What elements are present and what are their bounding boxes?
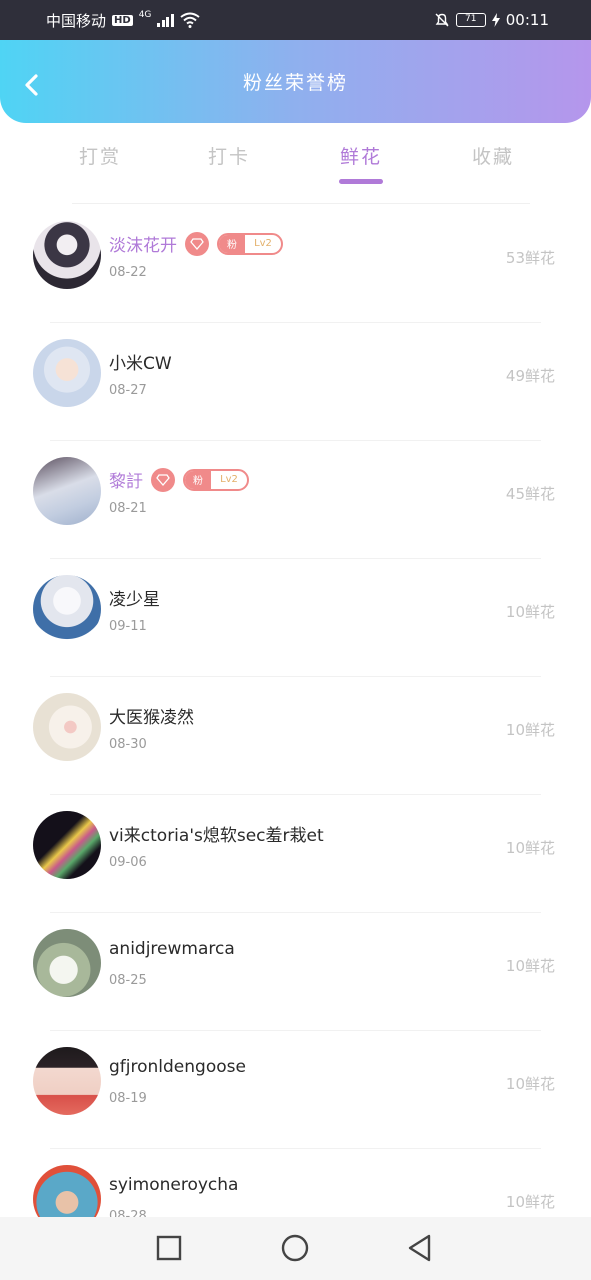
hd-icon: HD bbox=[112, 14, 133, 26]
user-name: 凌少星 bbox=[109, 590, 160, 610]
system-nav-bar bbox=[0, 1217, 591, 1280]
divider bbox=[72, 203, 530, 204]
user-name: gfjronldengoose bbox=[109, 1057, 246, 1077]
list-item[interactable]: syimoneroycha 08-28 10鲜花 bbox=[0, 1149, 591, 1217]
network-type: 4G bbox=[138, 10, 152, 20]
flower-count: 10鲜花 bbox=[505, 721, 555, 739]
triangle-back-icon[interactable] bbox=[405, 1233, 435, 1263]
avatar[interactable] bbox=[33, 929, 101, 997]
list-item[interactable]: 淡沫花开 粉 Lv2 08-22 53鲜花 bbox=[0, 205, 591, 323]
status-bar: 中国移动 HD 4G 71 00:11 bbox=[0, 0, 591, 40]
date: 08-25 bbox=[109, 973, 147, 988]
avatar[interactable] bbox=[33, 575, 101, 643]
page-title: 粉丝荣誉榜 bbox=[242, 72, 348, 94]
tab-flowers[interactable]: 鲜花 bbox=[316, 142, 406, 169]
user-name: 淡沫花开 bbox=[109, 236, 177, 256]
date: 08-30 bbox=[109, 737, 147, 752]
flower-count: 49鲜花 bbox=[505, 367, 555, 385]
list-item[interactable]: 大医猴凌然 08-30 10鲜花 bbox=[0, 677, 591, 795]
signal-icon bbox=[157, 13, 174, 27]
level-label: Lv2 bbox=[254, 238, 272, 249]
date: 08-21 bbox=[109, 501, 147, 516]
battery-icon: 71 bbox=[455, 13, 486, 27]
header: 粉丝荣誉榜 bbox=[0, 40, 591, 123]
diamond-icon bbox=[185, 231, 209, 256]
avatar[interactable] bbox=[33, 221, 101, 289]
list-item[interactable]: 黎訏 粉 Lv2 08-21 45鲜花 bbox=[0, 441, 591, 559]
clock: 00:11 bbox=[505, 11, 549, 29]
square-icon[interactable] bbox=[154, 1233, 184, 1263]
avatar[interactable] bbox=[33, 339, 101, 407]
fan-level-badge: 粉 Lv2 bbox=[183, 468, 249, 491]
tab-tips[interactable]: 打赏 bbox=[55, 142, 145, 169]
date: 09-11 bbox=[109, 619, 147, 634]
mute-bell-icon bbox=[435, 13, 449, 27]
fan-label: 粉 bbox=[185, 470, 211, 489]
level-label: Lv2 bbox=[220, 474, 238, 485]
tab-favorites[interactable]: 收藏 bbox=[448, 142, 538, 169]
avatar[interactable] bbox=[33, 693, 101, 761]
user-name: syimoneroycha bbox=[109, 1175, 239, 1195]
avatar[interactable] bbox=[33, 811, 101, 879]
flower-count: 53鲜花 bbox=[505, 249, 555, 267]
list-item[interactable]: anidjrewmarca 08-25 10鲜花 bbox=[0, 913, 591, 1031]
flower-count: 10鲜花 bbox=[505, 1193, 555, 1211]
list-item[interactable]: 小米CW 08-27 49鲜花 bbox=[0, 323, 591, 441]
flower-count: 10鲜花 bbox=[505, 839, 555, 857]
active-tab-indicator bbox=[339, 179, 383, 184]
date: 08-19 bbox=[109, 1091, 147, 1106]
date: 08-27 bbox=[109, 383, 147, 398]
user-name: 大医猴凌然 bbox=[109, 708, 194, 728]
list-item[interactable]: vi来ctoria's熄软sec羞r栽et 09-06 10鲜花 bbox=[0, 795, 591, 913]
flower-count: 45鲜花 bbox=[505, 485, 555, 503]
user-name: 黎訏 bbox=[109, 472, 143, 492]
flower-count: 10鲜花 bbox=[505, 603, 555, 621]
tab-bar: 打赏 打卡 鲜花 收藏 bbox=[0, 130, 591, 190]
flower-count: 10鲜花 bbox=[505, 1075, 555, 1093]
avatar[interactable] bbox=[33, 457, 101, 525]
user-name: vi来ctoria's熄软sec羞r栽et bbox=[109, 826, 324, 846]
wifi-icon bbox=[180, 12, 200, 28]
status-right: 71 00:11 bbox=[434, 11, 549, 29]
tab-checkin[interactable]: 打卡 bbox=[184, 142, 274, 169]
carrier-label: 中国移动 bbox=[46, 11, 107, 30]
charging-icon bbox=[491, 13, 500, 27]
flower-count: 10鲜花 bbox=[505, 957, 555, 975]
date: 08-22 bbox=[109, 265, 147, 280]
back-button[interactable] bbox=[18, 72, 44, 98]
circle-icon[interactable] bbox=[280, 1233, 310, 1263]
fan-label: 粉 bbox=[219, 234, 245, 253]
date: 08-28 bbox=[109, 1209, 147, 1217]
fan-level-badge: 粉 Lv2 bbox=[217, 232, 283, 255]
user-name: 小米CW bbox=[109, 354, 172, 374]
status-left: 中国移动 HD 4G bbox=[46, 10, 200, 31]
diamond-icon bbox=[151, 467, 175, 492]
chevron-left-icon bbox=[25, 74, 38, 96]
date: 09-06 bbox=[109, 855, 147, 870]
avatar[interactable] bbox=[33, 1165, 101, 1217]
avatar[interactable] bbox=[33, 1047, 101, 1115]
ranking-list: 淡沫花开 粉 Lv2 08-22 53鲜花 小米CW 08-27 49鲜花 黎訏 bbox=[0, 205, 591, 1217]
list-item[interactable]: gfjronldengoose 08-19 10鲜花 bbox=[0, 1031, 591, 1149]
user-name: anidjrewmarca bbox=[109, 939, 235, 959]
list-item[interactable]: 凌少星 09-11 10鲜花 bbox=[0, 559, 591, 677]
